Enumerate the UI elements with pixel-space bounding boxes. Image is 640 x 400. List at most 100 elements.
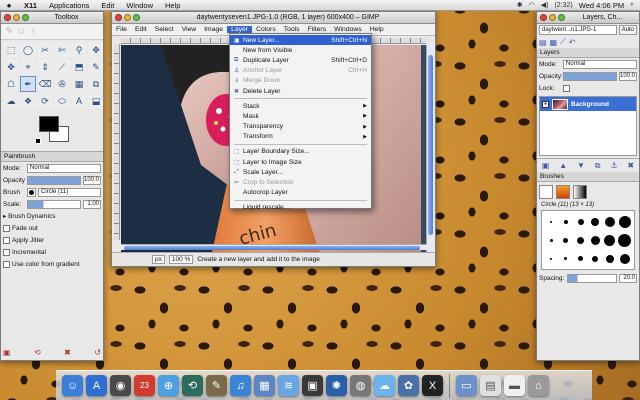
layer-opacity-spin[interactable]: 100.0 <box>619 71 637 81</box>
tool-button[interactable]: A <box>71 93 87 109</box>
layer-row[interactable]: ● Background <box>540 97 636 111</box>
menu-colors[interactable]: Colors <box>252 26 280 33</box>
layer-name[interactable]: Background <box>571 101 609 108</box>
tool-button[interactable]: ⟋ <box>54 59 70 75</box>
menu-help[interactable]: Help <box>366 26 388 33</box>
brush-swatch[interactable] <box>577 219 584 226</box>
menu-x11[interactable]: X11 <box>18 1 43 10</box>
minimize-icon[interactable] <box>124 14 131 21</box>
brush-swatch[interactable] <box>590 236 600 246</box>
menu-edit[interactable]: Edit <box>131 26 151 33</box>
zoom-icon[interactable] <box>22 14 29 21</box>
menu-select[interactable]: Select <box>151 26 178 33</box>
menu-item-autocrop-layer[interactable]: Autocrop Layer <box>230 188 371 198</box>
brush-swatch[interactable] <box>550 221 553 224</box>
eye-icon[interactable]: ● <box>542 100 549 108</box>
menu-item-duplicate-layer[interactable]: ⧉ Duplicate Layer Shift+Ctrl+D <box>230 55 371 65</box>
scale-spin[interactable]: 1.00 <box>83 199 101 209</box>
raise-layer-icon[interactable]: ▲ <box>559 161 567 170</box>
menu-tools[interactable]: Tools <box>280 26 304 33</box>
brush-swatch[interactable] <box>604 235 616 247</box>
tool-button[interactable]: ❖ <box>20 93 36 109</box>
lock-checkbox[interactable] <box>563 84 570 92</box>
auto-button[interactable]: Auto <box>618 25 637 35</box>
tool-button[interactable]: ⌫ <box>37 76 53 92</box>
spacing-spin[interactable]: 20.0 <box>619 273 637 283</box>
menu-item-delete-layer[interactable]: ✖ Delete Layer <box>230 86 371 96</box>
brush-swatch[interactable] <box>549 239 553 243</box>
brush-name[interactable]: Circle (11) <box>38 187 101 197</box>
unit-combo[interactable]: px <box>152 255 165 264</box>
lower-layer-icon[interactable]: ▼ <box>577 161 585 170</box>
layer-mode-combo[interactable]: Normal <box>563 59 637 69</box>
tool-button[interactable]: ⬭ <box>54 93 70 109</box>
delete-options-icon[interactable]: ✖ <box>64 348 71 357</box>
x11-icon[interactable]: X <box>422 375 443 396</box>
tool-button[interactable]: ✎ <box>88 59 103 75</box>
timemachine-icon[interactable]: ⟲ <box>182 375 203 396</box>
vertical-scrollbar[interactable] <box>426 45 433 257</box>
menu-file[interactable]: File <box>112 26 131 33</box>
scale-slider[interactable] <box>27 199 81 209</box>
brush-swatch[interactable] <box>550 257 553 260</box>
menu-item-anchor-layer[interactable]: ⚓ Anchor Layer Ctrl+H <box>230 66 371 76</box>
menu-layer[interactable]: Layer <box>227 26 253 33</box>
bluetooth-icon[interactable]: ✱ <box>517 1 523 9</box>
close-icon[interactable] <box>540 14 547 21</box>
brush-grid[interactable] <box>541 210 635 270</box>
menu-view[interactable]: View <box>178 26 201 33</box>
menu-item-stack[interactable]: Stack ▶ <box>230 101 371 111</box>
tool-button[interactable]: ⌖ <box>20 59 36 75</box>
layers-titlebar[interactable]: Layers, Ch... <box>537 12 639 24</box>
appstore-icon[interactable]: A <box>86 375 107 396</box>
menu-applications[interactable]: Applications <box>43 1 95 10</box>
cloud-icon[interactable]: ☁ <box>374 375 395 396</box>
brush-swatch[interactable] <box>563 220 568 225</box>
image-titlebar[interactable]: daytwentyseven1.JPG-1.0 (RGB, 1 layer) 6… <box>112 12 435 24</box>
preview-icon[interactable]: ▦ <box>254 375 275 396</box>
brush-dynamics-toggle[interactable]: ▸ Brush Dynamics <box>3 212 55 220</box>
menu-item-layer-boundary-size[interactable]: ⬚ Layer Boundary Size... <box>230 147 371 157</box>
volume-icon[interactable]: ◀) <box>541 1 549 9</box>
menu-item-mask[interactable]: Mask ▶ <box>230 111 371 121</box>
tool-button[interactable]: ⧉ <box>88 76 103 92</box>
default-colors-icon[interactable] <box>35 138 41 144</box>
menu-item-crop-to-selection[interactable]: ✂ Crop to Selection <box>230 177 371 187</box>
tool-button[interactable]: ✒ <box>20 76 36 92</box>
tool-button[interactable]: ⬒ <box>71 59 87 75</box>
brush-swatch[interactable] <box>618 234 632 248</box>
safari-icon[interactable]: ⊕ <box>158 375 179 396</box>
toolbox-titlebar[interactable]: Toolbox <box>1 12 103 24</box>
tool-button[interactable]: ✥ <box>88 42 103 58</box>
brush-swatch[interactable] <box>619 253 630 264</box>
menu-item-new-layer[interactable]: ▣ New Layer... Shift+Ctrl+N <box>230 35 371 46</box>
horizontal-scrollbar[interactable] <box>121 244 427 250</box>
vertical-ruler[interactable] <box>114 44 120 240</box>
photos-icon[interactable]: ▣ <box>302 375 323 396</box>
close-icon[interactable] <box>115 14 122 21</box>
documents-icon[interactable]: ▤ <box>480 375 501 396</box>
tool-button[interactable]: ✄ <box>54 42 70 58</box>
burn-icon[interactable]: ✺ <box>326 375 347 396</box>
menu-window[interactable]: Window <box>120 1 159 10</box>
iphoto-icon[interactable]: ✿ <box>398 375 419 396</box>
brush-preview[interactable] <box>27 187 36 197</box>
menu-item-merge-down[interactable]: ⇓ Merge Down <box>230 76 371 86</box>
menu-item-transparency[interactable]: Transparency ▶ <box>230 122 371 132</box>
foreground-color[interactable] <box>39 116 59 132</box>
tool-button[interactable]: ✇ <box>54 76 70 92</box>
finder-icon[interactable]: ☺ <box>62 375 83 396</box>
tool-button[interactable]: ⚲ <box>71 42 87 58</box>
menu-item-scale-layer[interactable]: ⤢ Scale Layer... <box>230 167 371 177</box>
tool-button[interactable]: ☖ <box>3 76 19 92</box>
opacity-spin[interactable]: 100.0 <box>83 175 101 185</box>
tool-button[interactable]: ⬚ <box>3 42 19 58</box>
clock[interactable]: Wed 4:06 PM <box>579 1 624 10</box>
menu-help[interactable]: Help <box>159 1 186 10</box>
incremental-checkbox[interactable] <box>3 248 10 256</box>
brush-swatch[interactable] <box>618 216 631 229</box>
calendar-icon[interactable]: 23 <box>134 375 155 396</box>
mode-combo[interactable]: Normal <box>27 163 101 173</box>
minimize-icon[interactable] <box>549 14 556 21</box>
tool-button[interactable]: ✂ <box>37 42 53 58</box>
